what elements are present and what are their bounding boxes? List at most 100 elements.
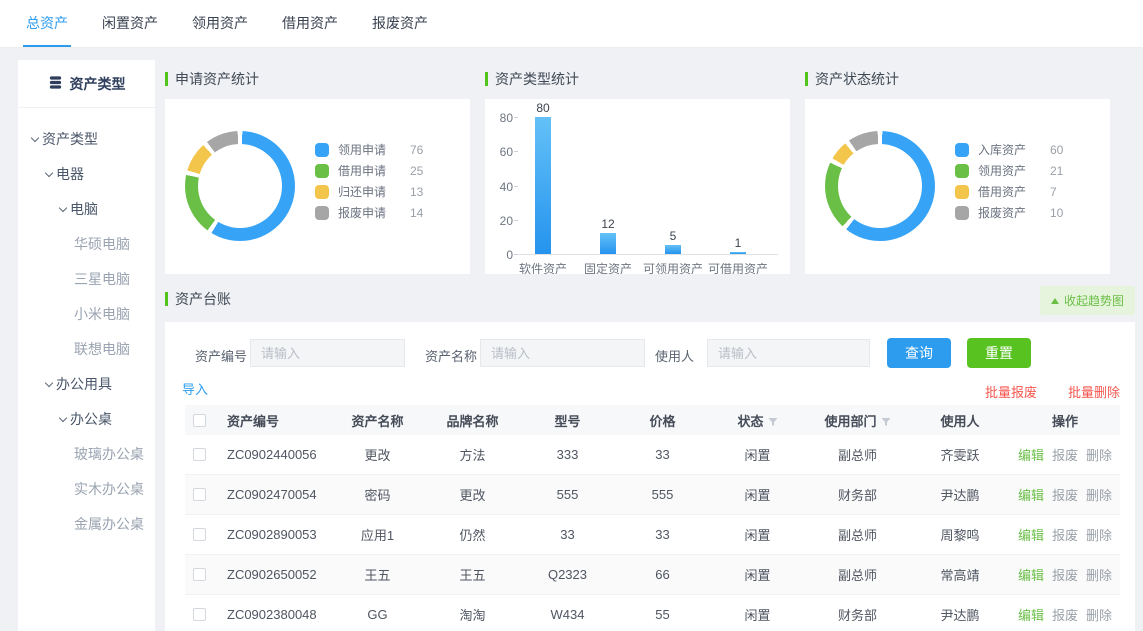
header-status[interactable]: 状态	[710, 411, 805, 430]
scrap-link[interactable]: 报废	[1052, 568, 1078, 583]
row-checkbox-cell	[185, 448, 213, 461]
legend-item[interactable]: 借用资产7	[955, 181, 1063, 202]
legend-item[interactable]: 报废申请14	[315, 202, 423, 223]
legend-item[interactable]: 领用申请76	[315, 139, 423, 160]
scrap-link[interactable]: 报废	[1052, 488, 1078, 503]
delete-link[interactable]: 删除	[1086, 568, 1112, 583]
tab-item-4[interactable]: 报废资产	[369, 0, 431, 47]
filter-icon[interactable]	[881, 417, 891, 427]
row-checkbox[interactable]	[193, 608, 206, 621]
legend-item[interactable]: 领用资产21	[955, 160, 1063, 181]
legend-swatch	[315, 185, 329, 199]
scrap-link[interactable]: 报废	[1052, 608, 1078, 623]
cell-code: ZC0902380048	[213, 607, 330, 622]
cell-brand: 王五	[425, 565, 520, 584]
tree-node-7[interactable]: 办公用具	[18, 367, 155, 402]
legend-item[interactable]: 借用申请25	[315, 160, 423, 181]
row-checkbox-cell	[185, 528, 213, 541]
collapse-trend-button[interactable]: 收起趋势图	[1040, 286, 1135, 315]
legend-item[interactable]: 归还申请13	[315, 181, 423, 202]
search-field-label-0: 资产编号	[195, 346, 247, 365]
edit-link[interactable]: 编辑	[1018, 568, 1044, 583]
asset-type-tree: 资产类型电器电脑华硕电脑三星电脑小米电脑联想电脑办公用具办公桌玻璃办公桌实木办公…	[18, 108, 155, 542]
tab-item-2[interactable]: 领用资产	[189, 0, 251, 47]
legend-label: 归还申请	[338, 183, 400, 200]
tree-node-4[interactable]: 三星电脑	[18, 262, 155, 297]
tree-node-10[interactable]: 实木办公桌	[18, 472, 155, 507]
import-link[interactable]: 导入	[182, 379, 208, 398]
search-input-0[interactable]	[250, 339, 405, 367]
delete-link[interactable]: 删除	[1086, 448, 1112, 463]
cell-price: 33	[615, 527, 710, 542]
tree-node-label: 金属办公桌	[74, 516, 144, 532]
cell-actions: 编辑报废删除	[1010, 525, 1120, 544]
apply-donut-chart: 领用申请76借用申请25归还申请13报废申请14	[165, 99, 470, 274]
reset-button[interactable]: 重置	[967, 338, 1031, 368]
bar-3[interactable]	[730, 252, 746, 254]
tree-node-11[interactable]: 金属办公桌	[18, 507, 155, 542]
row-checkbox[interactable]	[193, 488, 206, 501]
tab-item-3[interactable]: 借用资产	[279, 0, 341, 47]
tree-node-label: 华硕电脑	[74, 236, 130, 252]
search-input-1[interactable]	[480, 339, 645, 367]
bar-0[interactable]	[535, 117, 551, 254]
chevron-down-icon	[59, 204, 67, 212]
header-actions: 操作	[1010, 411, 1120, 430]
cell-user: 周黎鸣	[910, 525, 1010, 544]
row-checkbox[interactable]	[193, 568, 206, 581]
search-input-2[interactable]	[707, 339, 870, 367]
chart-legend: 领用申请76借用申请25归还申请13报废申请14	[315, 139, 423, 223]
tree-node-2[interactable]: 电脑	[18, 192, 155, 227]
cell-status: 闲置	[710, 525, 805, 544]
scrap-link[interactable]: 报废	[1052, 448, 1078, 463]
delete-link[interactable]: 删除	[1086, 608, 1112, 623]
legend-label: 借用资产	[978, 183, 1040, 200]
edit-link[interactable]: 编辑	[1018, 448, 1044, 463]
legend-item[interactable]: 报废资产10	[955, 202, 1063, 223]
tab-item-0[interactable]: 总资产	[23, 0, 71, 47]
tab-item-1[interactable]: 闲置资产	[99, 0, 161, 47]
delete-link[interactable]: 删除	[1086, 528, 1112, 543]
batch-delete-link[interactable]: 批量删除	[1068, 382, 1120, 401]
tree-node-6[interactable]: 联想电脑	[18, 332, 155, 367]
tree-node-0[interactable]: 资产类型	[18, 122, 155, 157]
x-axis-line	[517, 254, 778, 255]
query-button[interactable]: 查询	[887, 338, 951, 368]
legend-swatch	[315, 206, 329, 220]
tree-node-5[interactable]: 小米电脑	[18, 297, 155, 332]
batch-scrap-link[interactable]: 批量报废	[985, 382, 1037, 401]
edit-link[interactable]: 编辑	[1018, 488, 1044, 503]
tree-node-label: 办公用具	[56, 376, 112, 392]
tree-node-3[interactable]: 华硕电脑	[18, 227, 155, 262]
tree-node-8[interactable]: 办公桌	[18, 402, 155, 437]
row-checkbox[interactable]	[193, 448, 206, 461]
scrap-link[interactable]: 报废	[1052, 528, 1078, 543]
panel-apply-stats: 申请资产统计 领用申请76借用申请25归还申请13报废申请14	[165, 70, 470, 274]
edit-link[interactable]: 编辑	[1018, 528, 1044, 543]
delete-link[interactable]: 删除	[1086, 488, 1112, 503]
select-all-checkbox[interactable]	[193, 414, 206, 427]
header-dept[interactable]: 使用部门	[805, 411, 910, 430]
row-checkbox[interactable]	[193, 528, 206, 541]
tree-node-1[interactable]: 电器	[18, 157, 155, 192]
tree-node-9[interactable]: 玻璃办公桌	[18, 437, 155, 472]
bar-2[interactable]	[665, 245, 681, 254]
panel-status-title-text: 资产状态统计	[815, 69, 899, 89]
tree-node-label: 玻璃办公桌	[74, 446, 144, 462]
panel-type-title: 资产类型统计	[485, 70, 790, 88]
triangle-up-icon	[1051, 298, 1059, 304]
sidebar-header[interactable]: 资产类型	[18, 60, 155, 108]
edit-link[interactable]: 编辑	[1018, 608, 1044, 623]
legend-value: 14	[410, 206, 423, 220]
y-tick-label: 40	[489, 180, 513, 194]
chevron-down-icon	[45, 379, 53, 387]
legend-item[interactable]: 入库资产60	[955, 139, 1063, 160]
bar-1[interactable]	[600, 233, 616, 254]
filter-icon[interactable]	[768, 417, 778, 427]
cell-price: 555	[615, 487, 710, 502]
x-category-label: 可领用资产	[640, 260, 706, 274]
cell-name: GG	[330, 607, 425, 622]
header-checkbox-cell	[185, 414, 213, 427]
cell-model: 333	[520, 447, 615, 462]
header-model: 型号	[520, 411, 615, 430]
